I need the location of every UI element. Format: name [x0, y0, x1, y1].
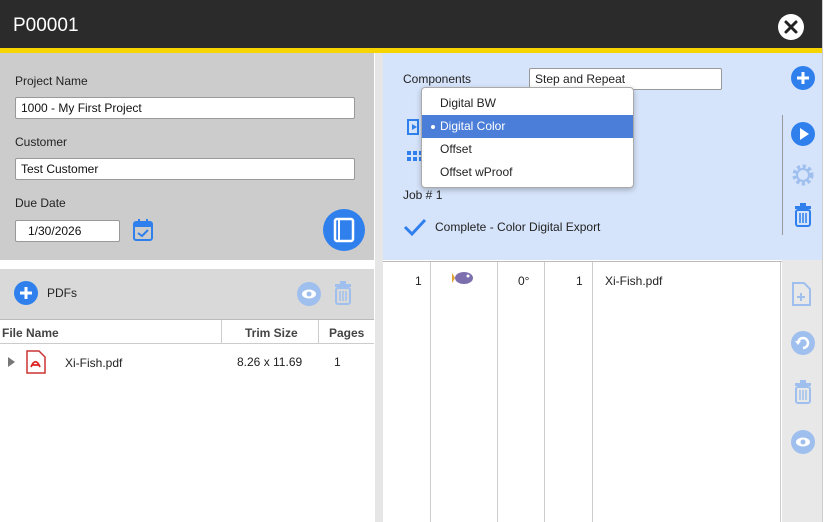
rotate-icon[interactable]: [791, 331, 815, 355]
window-title: P00001: [13, 15, 79, 36]
project-name-label: Project Name: [15, 74, 88, 88]
pdf-table-header: File Name Trim Size Pages: [0, 319, 374, 344]
column-divider: [497, 262, 498, 522]
pdf-file-name: Xi-Fish.pdf: [65, 356, 123, 370]
notebook-button[interactable]: [323, 209, 365, 251]
close-icon: [784, 20, 798, 34]
detail-actions-sidebar: [782, 260, 822, 522]
pdf-trim-size: 8.26 x 11.69: [237, 355, 303, 369]
column-divider: [592, 262, 593, 522]
preview-icon[interactable]: [791, 430, 815, 454]
expand-arrow-icon[interactable]: [8, 357, 16, 367]
delete-component-icon[interactable]: [792, 203, 814, 227]
components-dropdown[interactable]: Digital BW Digital Color Offset Offset w…: [421, 87, 634, 188]
row-count: 1: [576, 274, 583, 288]
settings-icon[interactable]: [791, 163, 815, 187]
checkmark-icon: [403, 218, 427, 237]
col-pages[interactable]: Pages: [329, 326, 364, 340]
column-divider: [430, 262, 431, 522]
row-file-name: Xi-Fish.pdf: [605, 274, 663, 288]
calendar-icon[interactable]: [132, 218, 154, 242]
column-divider: [780, 262, 781, 522]
detail-top-border: [383, 261, 782, 262]
dropdown-option-offset[interactable]: Offset: [422, 138, 633, 161]
column-divider: [544, 262, 545, 522]
close-button[interactable]: [778, 14, 804, 40]
col-file-name[interactable]: File Name: [2, 326, 59, 340]
fish-thumbnail-icon: [452, 272, 473, 284]
view-pdf-icon[interactable]: [297, 282, 321, 306]
job-number: Job # 1: [403, 188, 443, 202]
pdf-pages: 1: [334, 355, 341, 369]
dropdown-option-digital-color[interactable]: Digital Color: [422, 115, 633, 138]
due-date-input[interactable]: 1/30/2026: [15, 220, 120, 242]
column-divider: [318, 320, 319, 344]
components-label: Components: [403, 72, 472, 86]
pdfs-toolbar: PDFs: [0, 269, 374, 319]
dropdown-option-offset-wproof[interactable]: Offset wProof: [422, 161, 633, 184]
add-file-icon[interactable]: [792, 282, 812, 306]
project-name-input[interactable]: 1000 - My First Project: [15, 97, 355, 119]
export-icon[interactable]: [407, 119, 421, 135]
job-status: Complete - Color Digital Export: [435, 220, 601, 234]
pane-divider[interactable]: [375, 53, 383, 522]
notebook-icon: [333, 217, 355, 243]
dropdown-option-label: Digital Color: [440, 119, 506, 133]
title-bar: P00001: [0, 0, 832, 48]
pdf-file-icon: [26, 350, 46, 374]
row-angle: 0°: [518, 274, 530, 288]
add-component-icon[interactable]: [791, 66, 815, 90]
add-pdf-icon[interactable]: [14, 281, 38, 305]
selected-dot-icon: [431, 125, 435, 129]
project-panel: Project Name 1000 - My First Project Cus…: [0, 53, 374, 260]
dropdown-option-digital-bw[interactable]: Digital BW: [422, 92, 633, 115]
col-trim-size[interactable]: Trim Size: [245, 326, 298, 340]
delete-file-icon[interactable]: [792, 380, 814, 404]
row-index: 1: [415, 274, 422, 288]
play-icon[interactable]: [791, 122, 815, 146]
action-divider: [782, 115, 783, 235]
pdfs-title: PDFs: [47, 286, 77, 300]
column-divider: [221, 320, 222, 344]
window-edge: [822, 0, 832, 522]
delete-pdf-icon[interactable]: [332, 281, 354, 305]
due-date-label: Due Date: [15, 196, 66, 210]
customer-label: Customer: [15, 135, 68, 149]
customer-input[interactable]: Test Customer: [15, 158, 355, 180]
